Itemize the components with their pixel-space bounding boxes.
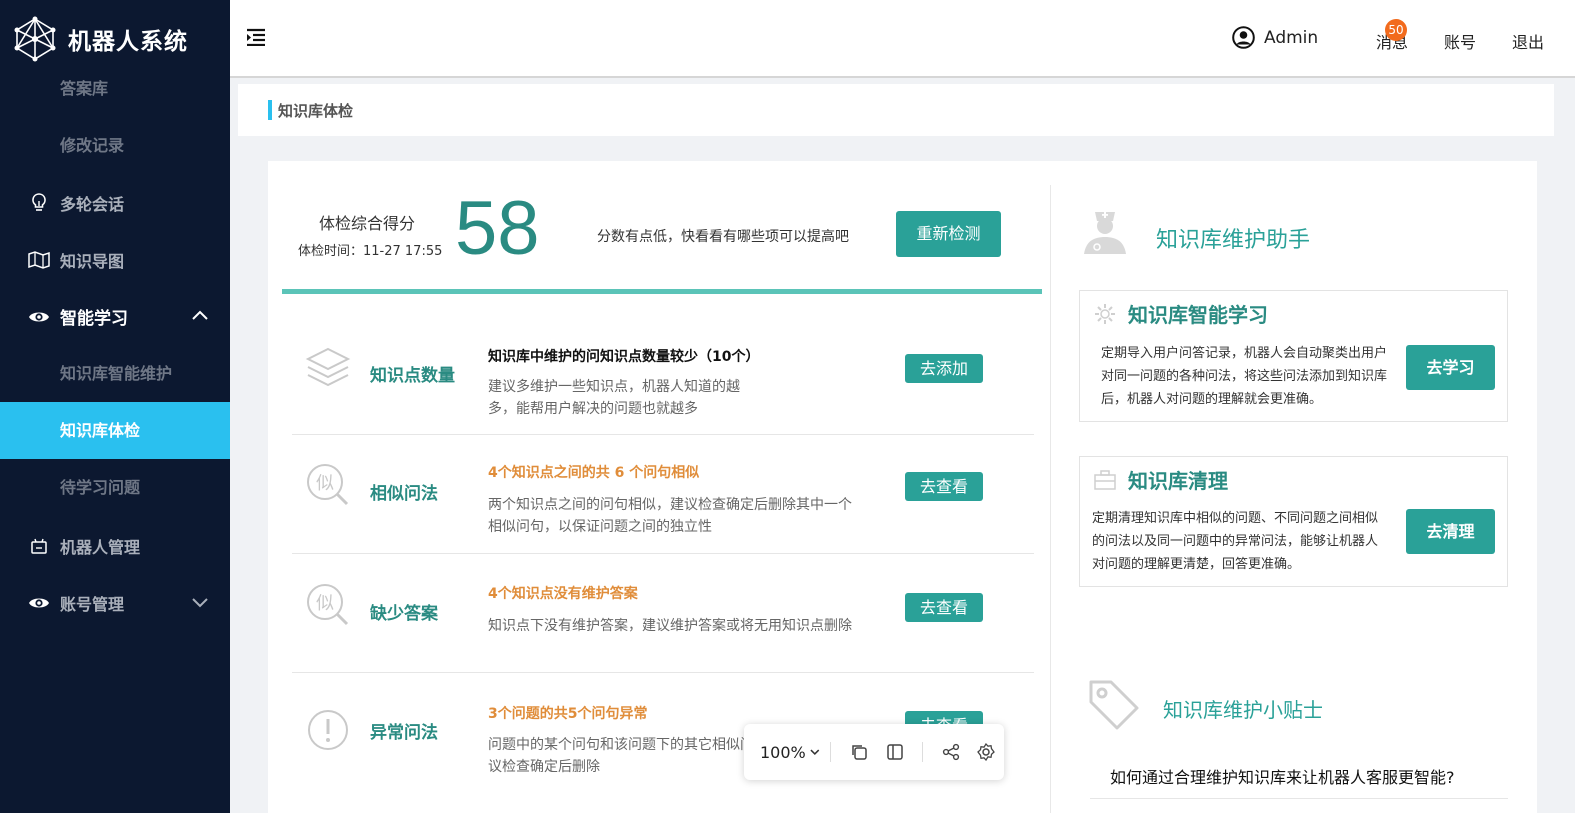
assistant-card-cleanup: 知识库清理 定期清理知识库中相似的问题、不同问题之间相似的问法以及同一问题中的异… bbox=[1079, 456, 1508, 587]
assistant-card-desc: 定期导入用户问答记录，机器人会自动聚类出用户对同一问题的各种问法，将这些问法添加… bbox=[1101, 346, 1388, 407]
sidebar-item-label: 智能学习 bbox=[60, 309, 128, 329]
sidebar-item-kb-checkup[interactable]: 知识库体检 bbox=[0, 402, 230, 459]
column-divider bbox=[1050, 185, 1051, 813]
account-link[interactable]: 账号 bbox=[1444, 29, 1476, 53]
user-name: Admin bbox=[1264, 27, 1319, 48]
check-desc: 建议多维护一些知识点，机器人知道的越多，能帮用户解决的问题也就越多 bbox=[488, 379, 740, 417]
sidebar-item-multi-turn[interactable]: 多轮会话 bbox=[0, 174, 230, 231]
add-knowledge-button[interactable]: 去添加 bbox=[905, 354, 983, 383]
robot-network-icon bbox=[14, 16, 56, 62]
breadcrumb-accent bbox=[268, 100, 272, 120]
lightbulb-icon bbox=[28, 192, 50, 214]
user-menu[interactable]: Admin bbox=[1232, 26, 1318, 49]
settings-gear-icon[interactable] bbox=[977, 742, 996, 762]
eye-icon bbox=[28, 306, 50, 328]
tips-title: 知识库维护小贴士 bbox=[1163, 698, 1323, 722]
check-name: 相似问法 bbox=[370, 484, 438, 504]
robot-icon bbox=[28, 535, 50, 557]
eye-icon bbox=[28, 592, 50, 614]
check-name: 异常问法 bbox=[370, 723, 438, 743]
sidebar-item-answer-base[interactable]: 答案库 bbox=[0, 60, 230, 117]
tips-divider bbox=[1090, 798, 1508, 799]
sidebar-item-label: 知识导图 bbox=[60, 251, 125, 271]
check-title: 知识库中维护的问知识点数量较少（10个） bbox=[488, 349, 760, 365]
recheck-button[interactable]: 重新检测 bbox=[896, 211, 1001, 257]
view-similar-button[interactable]: 去查看 bbox=[905, 472, 983, 501]
message-count-badge: 50 bbox=[1385, 19, 1407, 41]
check-title: 4个知识点之间的共 6 个问句相似 bbox=[488, 465, 700, 481]
check-name: 知识点数量 bbox=[370, 366, 455, 386]
check-desc: 知识点下没有维护答案，建议维护答案或将无用知识点删除 bbox=[488, 618, 852, 634]
app-title: 机器人系统 bbox=[68, 29, 188, 55]
zoom-toolbar: 100% bbox=[744, 724, 1004, 780]
sidebar-panel-icon[interactable] bbox=[885, 742, 904, 762]
sidebar-item-pending-questions[interactable]: 待学习问题 bbox=[0, 459, 230, 516]
score-tip: 分数有点低，快看看有哪些项可以提高吧 bbox=[597, 229, 849, 245]
check-name: 缺少答案 bbox=[370, 604, 438, 624]
check-row-similar: 似 相似问法 4个知识点之间的共 6 个问句相似 两个知识点之间的问句相似，建议… bbox=[292, 436, 1034, 554]
chevron-up-icon bbox=[192, 310, 208, 320]
svg-text:似: 似 bbox=[316, 473, 334, 494]
chevron-down-icon bbox=[192, 598, 208, 608]
doctor-icon bbox=[1084, 212, 1126, 254]
score-time: 体检时间：11-27 17:55 bbox=[298, 244, 443, 259]
copy-icon[interactable] bbox=[849, 742, 868, 762]
briefcase-icon bbox=[1094, 470, 1116, 490]
logout-link[interactable]: 退出 bbox=[1512, 29, 1544, 53]
sidebar-item-label: 账号管理 bbox=[60, 594, 125, 614]
check-title: 3个问题的共5个问句异常 bbox=[488, 706, 648, 722]
page-title: 知识库体检 bbox=[278, 102, 354, 120]
sidebar-item-edit-history[interactable]: 修改记录 bbox=[0, 117, 230, 174]
assistant-card-title: 知识库智能学习 bbox=[1128, 303, 1268, 327]
share-icon[interactable] bbox=[941, 742, 960, 762]
map-icon bbox=[28, 249, 50, 271]
similar-magnifier-icon: 似 bbox=[307, 464, 349, 506]
go-learn-button[interactable]: 去学习 bbox=[1406, 345, 1495, 390]
score-value: 58 bbox=[455, 186, 540, 271]
top-bar: Admin 消息 50 账号 退出 bbox=[230, 0, 1575, 78]
tag-icon bbox=[1089, 680, 1139, 730]
sidebar-item-knowledge-map[interactable]: 知识导图 bbox=[0, 231, 230, 288]
sidebar-item-account-mgmt[interactable]: 账号管理 bbox=[0, 574, 230, 631]
tips-question-link[interactable]: 如何通过合理维护知识库来让机器人客服更智能? bbox=[1110, 764, 1455, 788]
sidebar: 机器人系统 答案库 修改记录 多轮会话 知识导图 智能学习 知识库智能维护 知识… bbox=[0, 0, 230, 813]
layers-icon bbox=[305, 347, 351, 387]
assistant-card-learning: 知识库智能学习 定期导入用户问答记录，机器人会自动聚类出用户对同一问题的各种问法… bbox=[1079, 290, 1508, 422]
sidebar-item-label: 机器人管理 bbox=[60, 537, 141, 557]
toolbar-separator bbox=[922, 742, 924, 762]
check-desc: 两个知识点之间的问句相似，建议检查确定后删除其中一个相似问句，以保证问题之间的独… bbox=[488, 497, 852, 535]
go-cleanup-button[interactable]: 去清理 bbox=[1406, 509, 1495, 554]
gear-icon bbox=[1095, 304, 1115, 324]
svg-text:似: 似 bbox=[316, 593, 334, 614]
menu-toggle-icon[interactable] bbox=[246, 28, 266, 46]
sidebar-item-smart-maintenance[interactable]: 知识库智能维护 bbox=[0, 345, 230, 402]
breadcrumb: 知识库体检 bbox=[238, 84, 1554, 136]
warning-icon bbox=[308, 710, 348, 750]
assistant-card-desc: 定期清理知识库中相似的问题、不同问题之间相似的问法以及同一问题中的异常问法，能够… bbox=[1092, 511, 1379, 572]
assistant-card-title: 知识库清理 bbox=[1128, 469, 1228, 493]
score-progress-bar bbox=[282, 289, 1042, 294]
toolbar-separator bbox=[830, 742, 832, 762]
check-row-knowledge-count: 知识点数量 知识库中维护的问知识点数量较少（10个） 建议多维护一些知识点，机器… bbox=[292, 317, 1034, 435]
check-row-missing-answer: 似 缺少答案 4个知识点没有维护答案 知识点下没有维护答案，建议维护答案或将无用… bbox=[292, 555, 1034, 673]
assistant-title: 知识库维护助手 bbox=[1156, 228, 1311, 253]
sidebar-item-robot-mgmt[interactable]: 机器人管理 bbox=[0, 517, 230, 574]
user-avatar-icon bbox=[1232, 26, 1255, 49]
similar-magnifier-icon: 似 bbox=[307, 584, 349, 626]
sidebar-item-label: 多轮会话 bbox=[60, 194, 125, 214]
view-missing-button[interactable]: 去查看 bbox=[905, 593, 983, 622]
score-label: 体检综合得分 bbox=[319, 214, 416, 233]
zoom-level[interactable]: 100% bbox=[760, 743, 806, 762]
check-title: 4个知识点没有维护答案 bbox=[488, 586, 638, 602]
chevron-down-icon[interactable] bbox=[809, 746, 821, 758]
sidebar-item-smart-learning[interactable]: 智能学习 bbox=[0, 288, 230, 345]
